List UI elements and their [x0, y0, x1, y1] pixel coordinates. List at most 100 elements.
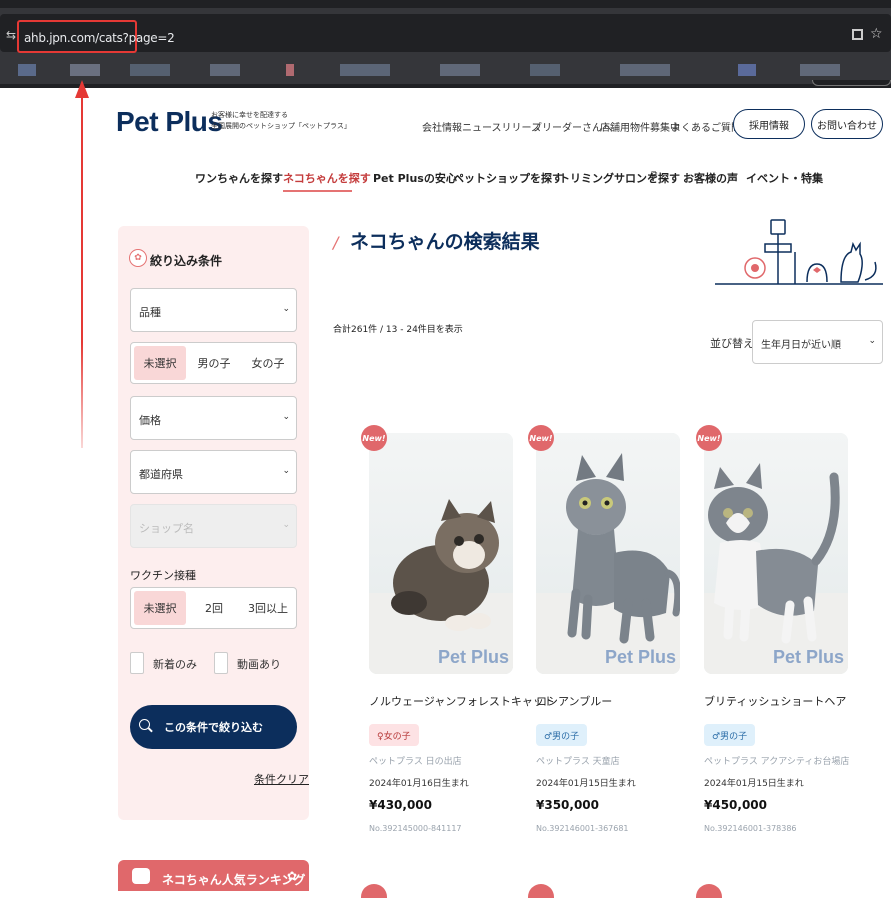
bookmark-item[interactable]	[738, 64, 756, 76]
paw-icon: ✿	[129, 249, 147, 267]
sort-select[interactable]: 生年月日が近い順 ⌄	[752, 320, 883, 364]
bookmark-item[interactable]	[530, 64, 560, 76]
tagline-line-1: お客様に幸せを配達する	[211, 111, 288, 119]
bookmark-item[interactable]	[800, 64, 840, 76]
recruit-button[interactable]: 採用情報	[733, 109, 805, 139]
bookmarks-bar	[0, 58, 891, 84]
breed-select-value: 品種	[139, 306, 161, 319]
nav-voices[interactable]: お客様の声	[683, 170, 738, 186]
photo-watermark: Pet Plus	[437, 647, 509, 667]
pet-birthdate: 2024年01月15日生まれ	[536, 779, 636, 789]
photo-watermark: Pet Plus	[772, 647, 844, 667]
pet-photo[interactable]: Pet Plus	[704, 433, 848, 674]
pet-photo[interactable]: Pet Plus	[369, 433, 513, 674]
pet-price: ¥450,000	[704, 798, 768, 812]
nav-find-shop[interactable]: ペットショップを探す	[453, 170, 563, 186]
link-news[interactable]: ニュースリリース	[462, 119, 541, 134]
pet-breed[interactable]: ロシアンブルー	[536, 693, 612, 709]
nav-safety[interactable]: Pet Plusの安心	[373, 170, 457, 186]
vaccine-option-none[interactable]: 未選択	[134, 591, 186, 625]
clear-filters-link[interactable]: 条件クリア	[254, 771, 309, 787]
nav-events[interactable]: イベント・特集	[746, 170, 823, 186]
new-badge: New!	[528, 425, 554, 451]
prefecture-select[interactable]: 都道府県 ⌄	[130, 450, 297, 494]
breed-select[interactable]: 品種 ⌄	[130, 288, 297, 332]
address-bar[interactable]: ⇆ ahb.jpn.com/cats?page=2 ☆	[0, 14, 891, 53]
new-badge: New!	[696, 425, 722, 451]
sort-select-value: 生年月日が近い順	[761, 340, 841, 351]
link-company[interactable]: 会社情報	[422, 119, 462, 134]
sort-label: 並び替え	[710, 337, 754, 350]
next-row-new-badge	[696, 884, 722, 898]
bookmark-item[interactable]	[70, 64, 100, 76]
bookmark-item[interactable]	[130, 64, 170, 76]
kitten-illustration	[566, 453, 680, 644]
gender-option-male[interactable]: 男の子	[188, 346, 240, 380]
nav-active-underline	[283, 190, 352, 192]
pet-photo[interactable]: Pet Plus	[536, 433, 680, 674]
pet-number: No.392145000-841117	[369, 824, 462, 833]
chevron-down-icon: ⌄	[282, 466, 290, 476]
gender-segmented: 未選択 男の子 女の子	[130, 342, 297, 384]
contact-button[interactable]: お問い合わせ	[811, 109, 883, 139]
annotation-arrow-head	[75, 80, 89, 98]
vaccine-label: ワクチン接種	[130, 569, 196, 582]
site-logo[interactable]: Pet Plus	[116, 106, 223, 138]
pet-shop-name: ペットプラス 天童店	[536, 757, 620, 767]
vaccine-segmented: 未選択 2回 3回以上	[130, 587, 297, 629]
external-link-icon: ⧉	[651, 170, 658, 180]
link-property[interactable]: 店舗用物件募集中	[600, 119, 680, 134]
new-only-checkbox[interactable]	[130, 652, 144, 674]
next-row-new-badge	[361, 884, 387, 898]
qr-code-icon[interactable]	[852, 29, 863, 40]
cat-face-icon	[132, 868, 150, 884]
pet-birthdate: 2024年01月15日生まれ	[704, 779, 804, 789]
pet-breed[interactable]: ノルウェージャンフォレストキャット	[369, 693, 555, 709]
bookmark-item[interactable]	[340, 64, 390, 76]
cat-ranking-header[interactable]: ネコちゃん人気ランキング ✿	[118, 860, 309, 891]
link-faq[interactable]: よくあるご質問	[671, 119, 741, 134]
vaccine-option-2[interactable]: 2回	[188, 591, 240, 625]
url-text[interactable]: ahb.jpn.com/cats?page=2	[24, 31, 175, 45]
new-only-label: 新着のみ	[153, 658, 197, 671]
gender-badge: ♂男の子	[704, 724, 756, 746]
filter-title: 絞り込み条件	[150, 254, 223, 268]
pet-breed[interactable]: ブリティッシュショートヘア	[704, 693, 846, 709]
photo-watermark: Pet Plus	[604, 647, 676, 667]
pet-number: No.392146001-367681	[536, 824, 629, 833]
title-accent-icon: /	[333, 233, 339, 252]
annotation-arrow-line	[81, 96, 83, 448]
bookmark-star-icon[interactable]: ☆	[870, 26, 883, 42]
price-select[interactable]: 価格 ⌄	[130, 396, 297, 440]
bookmark-item[interactable]	[210, 64, 240, 76]
gender-option-none[interactable]: 未選択	[134, 346, 186, 380]
nav-find-salon[interactable]: トリミングサロンを探す	[559, 170, 680, 186]
bookmark-item[interactable]	[440, 64, 480, 76]
kitten-illustration	[708, 463, 840, 644]
nav-find-dogs[interactable]: ワンちゃんを探す	[195, 170, 283, 186]
vaccine-option-3plus[interactable]: 3回以上	[242, 591, 294, 625]
new-badge: New!	[361, 425, 387, 451]
video-checkbox[interactable]	[214, 652, 228, 674]
pet-price: ¥430,000	[369, 798, 433, 812]
ranking-label: ネコちゃん人気ランキング	[162, 873, 306, 887]
result-count: 合計261件 / 13 - 24件目を表示	[333, 325, 463, 335]
shop-select-value: ショップ名	[139, 522, 194, 535]
shop-select[interactable]: ショップ名 ⌄	[130, 504, 297, 548]
chevron-down-icon: ⌄	[282, 520, 290, 530]
browser-toolbar: ⇆ ahb.jpn.com/cats?page=2 ☆	[0, 8, 891, 58]
site-tagline: お客様に幸せを配達する 全国展開のペットショップ「ペットプラス」	[211, 110, 351, 132]
bookmark-item[interactable]	[620, 64, 670, 76]
bookmark-item[interactable]	[286, 64, 294, 76]
bookmark-item[interactable]	[18, 64, 36, 76]
next-row-new-badge	[528, 884, 554, 898]
price-select-value: 価格	[139, 414, 161, 427]
gender-option-female[interactable]: 女の子	[242, 346, 294, 380]
cat-tower-illustration	[715, 219, 883, 285]
paw-icon: ✿	[286, 869, 297, 883]
gender-badge: ♀女の子	[369, 724, 419, 746]
nav-find-cats[interactable]: ネコちゃんを探す	[283, 170, 371, 186]
chevron-down-icon: ⌄	[282, 412, 290, 422]
filter-search-button[interactable]: この条件で絞り込む	[130, 705, 297, 749]
pet-number: No.392146001-378386	[704, 824, 797, 833]
